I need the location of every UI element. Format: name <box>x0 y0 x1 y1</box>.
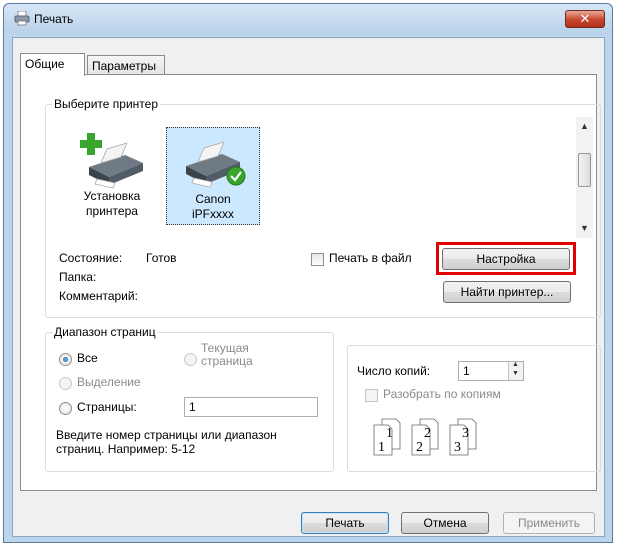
printer-item-canon-line2: iPFxxxx <box>192 207 234 221</box>
printer-item-canon-line1: Canon <box>195 192 231 206</box>
radio-selection-label: Выделение <box>77 375 141 389</box>
printer-item-add-line2: принтера <box>86 204 138 218</box>
copies-label: Число копий: <box>357 364 431 378</box>
scroll-thumb[interactable] <box>578 153 591 187</box>
print-button-label: Печать <box>325 516 365 530</box>
printer-item-add-line1: Установка <box>83 189 141 203</box>
radio-selection[interactable] <box>59 377 72 390</box>
printer-list-scrollbar[interactable]: ▲ ▼ <box>576 117 593 238</box>
add-printer-icon <box>72 131 152 189</box>
collate-digit: 3 <box>454 440 461 455</box>
scroll-up-arrow-icon[interactable]: ▲ <box>580 121 589 131</box>
cancel-button-label: Отмена <box>423 516 467 530</box>
collate-digit: 1 <box>378 440 385 455</box>
find-printer-button-label: Найти принтер... <box>460 285 554 299</box>
spin-down-icon[interactable]: ▼ <box>512 370 519 377</box>
collate-digit: 3 <box>462 426 469 441</box>
radio-current-page[interactable] <box>184 353 197 366</box>
collate-pages-icon: 1 1 2 2 3 3 <box>372 415 492 460</box>
copies-spinner[interactable]: ▲ ▼ <box>508 361 523 380</box>
print-button[interactable]: Печать <box>301 512 389 534</box>
printer-item-canon[interactable]: Canon iPFxxxx <box>166 127 260 225</box>
print-to-file-checkbox[interactable] <box>311 253 324 266</box>
collate-label: Разобрать по копиям <box>383 387 501 401</box>
status-label: Состояние: <box>59 251 123 265</box>
setup-button-label: Настройка <box>476 252 536 266</box>
tab-general[interactable]: Общие <box>20 53 85 76</box>
dialog-client-area: Общие Параметры Выберите принтер Установ… <box>12 37 605 537</box>
pages-input[interactable]: 1 <box>184 397 318 417</box>
title-bar: Печать ✕ <box>4 4 612 34</box>
close-icon: ✕ <box>579 11 591 26</box>
radio-all[interactable] <box>59 353 72 366</box>
window-title: Печать <box>34 12 74 26</box>
folder-label: Папка: <box>59 270 97 284</box>
general-tab-page: Выберите принтер Установка принтера Cano… <box>20 74 601 491</box>
collate-digit: 1 <box>386 426 393 441</box>
printer-group-legend: Выберите принтер <box>52 97 160 111</box>
page-range-group: Диапазон страниц Все Текущая страница Вы… <box>45 325 334 472</box>
default-printer-icon <box>167 128 259 192</box>
page-range-legend: Диапазон страниц <box>52 325 158 339</box>
printer-icon <box>14 10 30 26</box>
close-button[interactable]: ✕ <box>565 10 605 28</box>
collate-checkbox[interactable] <box>365 389 378 402</box>
comment-label: Комментарий: <box>59 289 138 303</box>
scroll-down-arrow-icon[interactable]: ▼ <box>580 223 589 233</box>
printer-list: Установка принтера Canon iPFxxxx <box>58 117 579 238</box>
find-printer-button[interactable]: Найти принтер... <box>443 281 571 303</box>
radio-all-label: Все <box>77 351 98 365</box>
copies-group: Число копий: 1 ▲ ▼ Разобрать по копиям 1… <box>347 345 601 472</box>
collate-digit: 2 <box>416 440 423 455</box>
apply-button-label: Применить <box>517 516 580 530</box>
tab-parameters-label: Параметры <box>92 59 156 73</box>
tab-general-label: Общие <box>25 57 65 71</box>
radio-current-line2: страница <box>201 354 253 368</box>
radio-current-line1: Текущая <box>201 341 249 355</box>
spin-up-icon[interactable]: ▲ <box>512 361 519 368</box>
radio-pages[interactable] <box>59 402 72 415</box>
radio-current-page-label: Текущая страница <box>201 342 253 368</box>
setup-button[interactable]: Настройка <box>442 248 570 270</box>
printer-item-add[interactable]: Установка принтера <box>72 131 152 221</box>
range-hint-line1: Введите номер страницы или диапазон <box>56 428 277 442</box>
radio-pages-label: Страницы: <box>77 400 137 414</box>
tab-parameters[interactable]: Параметры <box>87 55 165 74</box>
range-hint-line2: страниц. Например: 5-12 <box>56 442 196 456</box>
apply-button[interactable]: Применить <box>503 512 595 534</box>
cancel-button[interactable]: Отмена <box>401 512 489 534</box>
range-hint: Введите номер страницы или диапазон стра… <box>56 428 277 456</box>
print-to-file-label: Печать в файл <box>329 251 412 265</box>
collate-digit: 2 <box>424 426 431 441</box>
status-value: Готов <box>146 251 177 265</box>
printer-group: Выберите принтер Установка принтера Cano… <box>45 97 601 318</box>
print-dialog-window: Печать ✕ Общие Параметры Выберите принте… <box>3 3 613 543</box>
